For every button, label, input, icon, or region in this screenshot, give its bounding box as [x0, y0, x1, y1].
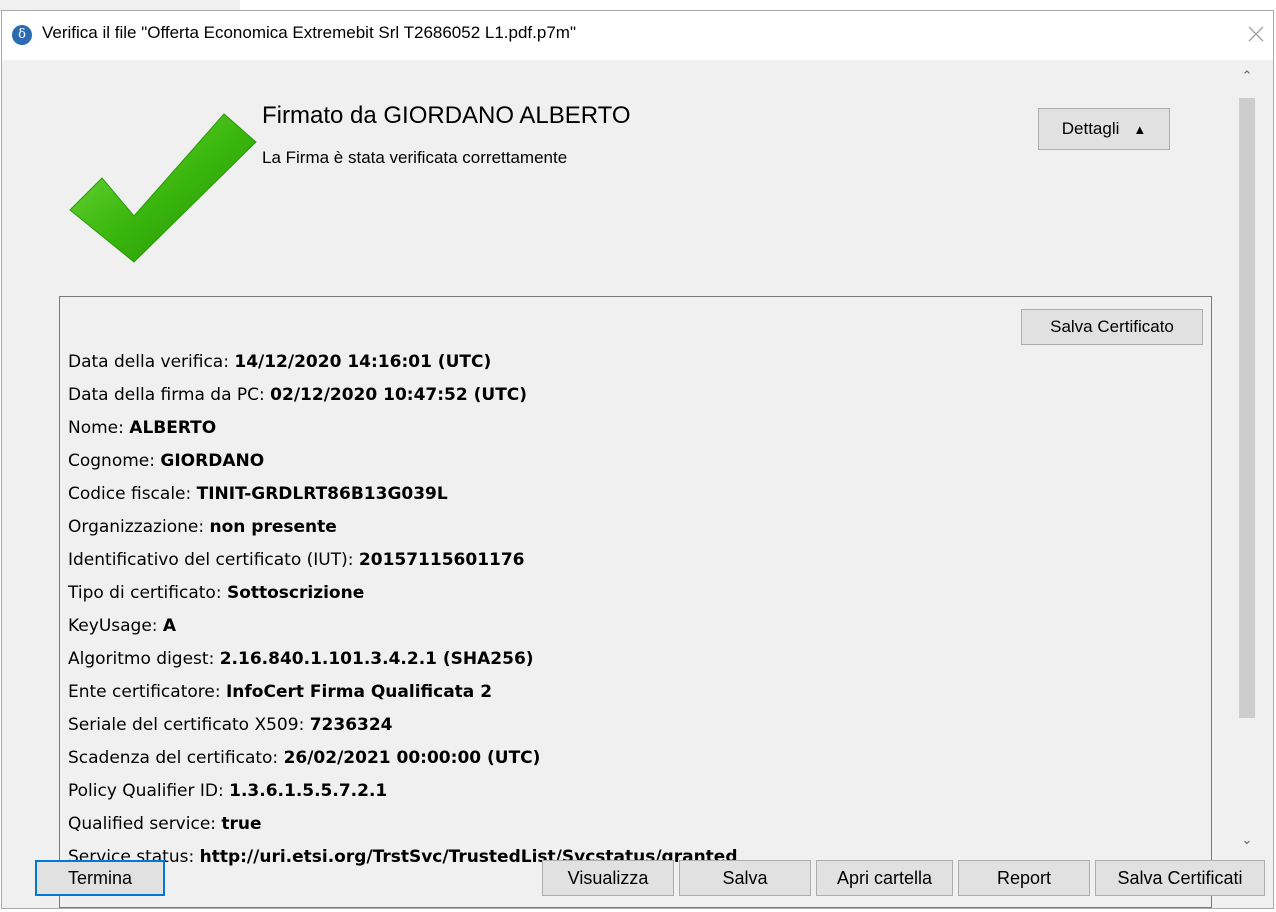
- signer-title: Firmato da GIORDANO ALBERTO: [262, 102, 631, 129]
- caret-up-icon: ▲: [1133, 121, 1147, 137]
- details-list: Data della verifica: 14/12/2020 14:16:01…: [68, 350, 738, 878]
- terminate-button[interactable]: Termina: [35, 860, 165, 896]
- detail-value: GIORDANO: [160, 451, 265, 471]
- detail-label: Algoritmo digest:: [68, 649, 220, 669]
- save-button[interactable]: Salva: [679, 860, 811, 896]
- detail-row: Ente certificatore: InfoCert Firma Quali…: [68, 680, 738, 713]
- scroll-thumb[interactable]: [1239, 98, 1255, 718]
- detail-row: Algoritmo digest: 2.16.840.1.101.3.4.2.1…: [68, 647, 738, 680]
- save-certificate-button[interactable]: Salva Certificato: [1021, 309, 1203, 345]
- details-toggle-button[interactable]: Dettagli ▲: [1038, 108, 1170, 150]
- app-logo-icon: δ: [12, 25, 32, 45]
- detail-label: Seriale del certificato X509:: [68, 715, 310, 735]
- detail-value: InfoCert Firma Qualificata 2: [225, 682, 493, 702]
- detail-label: Codice fiscale:: [68, 484, 197, 504]
- close-icon[interactable]: [1245, 23, 1267, 45]
- verify-dialog: δ Verifica il file "Offerta Economica Ex…: [1, 10, 1274, 909]
- title-bar: δ Verifica il file "Offerta Economica Ex…: [2, 11, 1273, 60]
- detail-value: 7236324: [309, 715, 393, 735]
- detail-value: Sottoscrizione: [226, 583, 365, 603]
- detail-label: Cognome:: [68, 451, 161, 471]
- view-button[interactable]: Visualizza: [542, 860, 674, 896]
- detail-value: 02/12/2020 10:47:52 (UTC): [270, 385, 528, 405]
- scroll-down-icon[interactable]: ⌄: [1238, 832, 1256, 850]
- detail-row: Organizzazione: non presente: [68, 515, 738, 548]
- detail-label: Qualified service:: [68, 814, 222, 834]
- save-certificates-button[interactable]: Salva Certificati: [1095, 860, 1265, 896]
- details-button-label: Dettagli: [1061, 119, 1120, 138]
- detail-value: non presente: [209, 517, 337, 537]
- vertical-scrollbar[interactable]: ⌃ ⌄: [1238, 68, 1256, 850]
- detail-value: A: [162, 616, 177, 636]
- desktop-strip: [0, 0, 1276, 11]
- verification-status: La Firma è stata verificata correttament…: [262, 148, 568, 167]
- detail-label: Data della firma da PC:: [68, 385, 271, 405]
- detail-row: Identificativo del certificato (IUT): 20…: [68, 548, 738, 581]
- detail-label: Tipo di certificato:: [68, 583, 227, 603]
- detail-row: Qualified service: true: [68, 812, 738, 845]
- detail-row: Cognome: GIORDANO: [68, 449, 738, 482]
- detail-value: 14/12/2020 14:16:01 (UTC): [234, 352, 492, 372]
- detail-value: 1.3.6.1.5.5.7.2.1: [229, 781, 388, 801]
- detail-row: Nome: ALBERTO: [68, 416, 738, 449]
- dialog-content: Firmato da GIORDANO ALBERTO La Firma è s…: [2, 60, 1273, 908]
- check-mark-icon: [68, 112, 258, 272]
- detail-row: Codice fiscale: TINIT-GRDLRT86B13G039L: [68, 482, 738, 515]
- detail-label: Policy Qualifier ID:: [68, 781, 230, 801]
- detail-label: Scadenza del certificato:: [68, 748, 284, 768]
- detail-row: Data della firma da PC: 02/12/2020 10:47…: [68, 383, 738, 416]
- detail-value: true: [221, 814, 262, 834]
- detail-value: ALBERTO: [129, 418, 217, 438]
- detail-value: TINIT-GRDLRT86B13G039L: [196, 484, 448, 504]
- open-folder-button[interactable]: Apri cartella: [816, 860, 953, 896]
- window-title: Verifica il file "Offerta Economica Extr…: [42, 23, 576, 42]
- detail-row: KeyUsage: A: [68, 614, 738, 647]
- detail-row: Seriale del certificato X509: 7236324: [68, 713, 738, 746]
- detail-label: KeyUsage:: [68, 616, 163, 636]
- scroll-up-icon[interactable]: ⌃: [1238, 68, 1256, 86]
- detail-value: 20157115601176: [358, 550, 525, 570]
- detail-value: 26/02/2021 00:00:00 (UTC): [283, 748, 541, 768]
- detail-label: Ente certificatore:: [68, 682, 226, 702]
- detail-row: Policy Qualifier ID: 1.3.6.1.5.5.7.2.1: [68, 779, 738, 812]
- detail-row: Data della verifica: 14/12/2020 14:16:01…: [68, 350, 738, 383]
- detail-label: Data della verifica:: [68, 352, 235, 372]
- detail-label: Identificativo del certificato (IUT):: [68, 550, 359, 570]
- report-button[interactable]: Report: [958, 860, 1090, 896]
- detail-value: 2.16.840.1.101.3.4.2.1 (SHA256): [219, 649, 534, 669]
- certificate-details-panel: Salva Certificato Data della verifica: 1…: [59, 296, 1212, 908]
- detail-row: Tipo di certificato: Sottoscrizione: [68, 581, 738, 614]
- detail-row: Scadenza del certificato: 26/02/2021 00:…: [68, 746, 738, 779]
- detail-label: Nome:: [68, 418, 130, 438]
- detail-label: Organizzazione:: [68, 517, 210, 537]
